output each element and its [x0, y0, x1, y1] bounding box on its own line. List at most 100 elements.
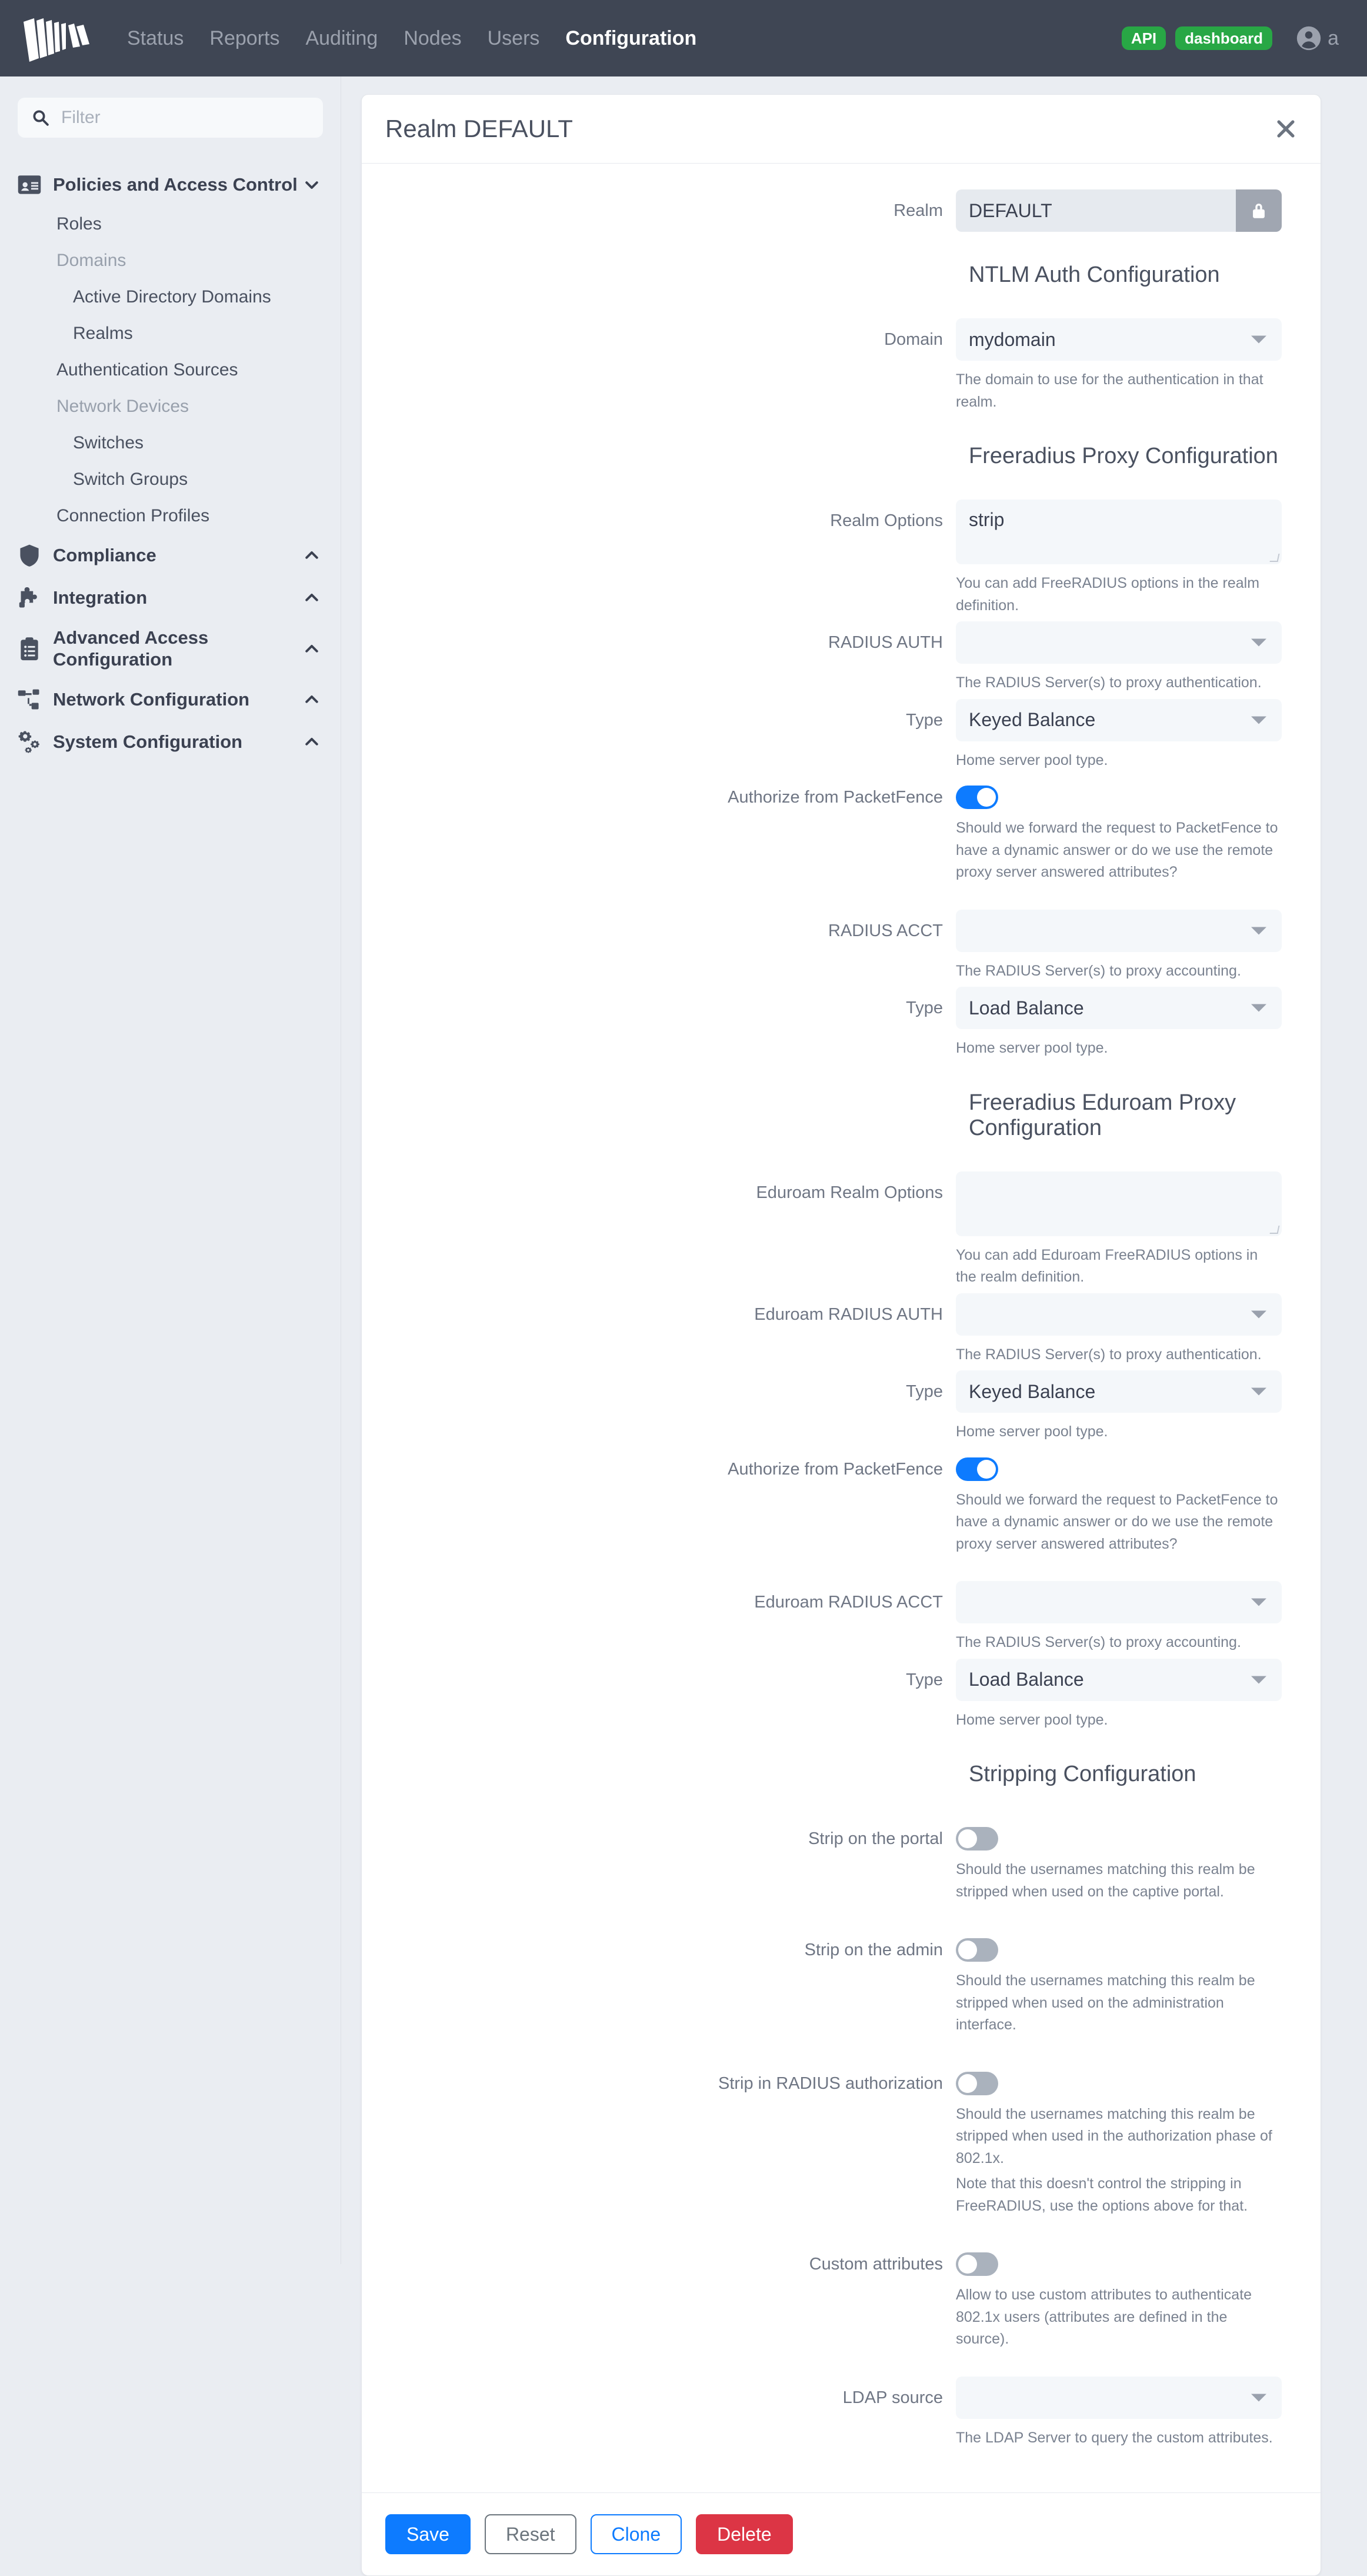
chevron-up-icon — [305, 695, 318, 703]
eduroam-authorize-from-packetfence-toggle[interactable] — [956, 1457, 998, 1481]
realm-input[interactable]: DEFAULT — [956, 189, 1282, 232]
sidebar-item-switch-groups[interactable]: Switch Groups — [0, 461, 341, 498]
sidebar-filter[interactable] — [18, 98, 323, 138]
chevron-up-icon — [305, 594, 318, 601]
sidebar-subhead-network-devices: Network Devices — [56, 397, 189, 416]
field-label-custom-attributes: Custom attributes — [809, 2255, 943, 2274]
packetfence-logo[interactable] — [21, 12, 92, 64]
field-label-radius-acct-type: Type — [906, 999, 943, 1017]
eduroam-radius-acct-select[interactable] — [956, 1581, 1282, 1623]
field-label-strip-radius-authorization: Strip in RADIUS authorization — [718, 2074, 943, 2093]
radius-auth-type-select[interactable]: Keyed Balance — [956, 698, 1282, 741]
sidebar-item-connection-profiles[interactable]: Connection Profiles — [0, 498, 341, 534]
chevron-down-icon — [1251, 1598, 1266, 1606]
field-label-eduroam-radius-auth: Eduroam RADIUS AUTH — [754, 1304, 943, 1324]
realm-lock-button[interactable] — [1236, 189, 1282, 232]
eduroam-realm-options-textarea[interactable] — [956, 1171, 1282, 1236]
nav-link-auditing[interactable]: Auditing — [292, 27, 391, 50]
dashboard-badge[interactable]: dashboard — [1175, 26, 1273, 50]
field-row-strip-admin: Strip on the admin Should the usernames … — [362, 1929, 1321, 2036]
field-row-radius-acct: RADIUS ACCT The RADIUS Server(s) to prox… — [362, 909, 1321, 983]
sidebar-group-policies-and-access-control[interactable]: Policies and Access Control — [0, 164, 341, 206]
field-help-eduroam-realm-options: You can add Eduroam FreeRADIUS options i… — [956, 1246, 1258, 1286]
sidebar-item-active-directory-domains[interactable]: Active Directory Domains — [0, 279, 341, 315]
radius-acct-type-value: Load Balance — [969, 997, 1084, 1019]
chevron-down-icon — [1251, 1004, 1266, 1012]
nav-link-nodes[interactable]: Nodes — [391, 27, 474, 50]
field-label-radius-auth: RADIUS AUTH — [828, 633, 943, 652]
page-layout: Policies and Access Control Roles Domain… — [0, 76, 1367, 2576]
custom-attributes-toggle[interactable] — [956, 2252, 998, 2276]
chevron-up-icon — [305, 644, 318, 653]
nav-link-configuration[interactable]: Configuration — [552, 27, 709, 50]
card-header: Realm DEFAULT — [362, 95, 1321, 164]
filter-input[interactable] — [60, 107, 309, 128]
strip-radius-authorization-toggle[interactable] — [956, 2071, 998, 2095]
chevron-down-icon — [1251, 927, 1266, 934]
ldap-source-select[interactable] — [956, 2376, 1282, 2419]
user-menu[interactable]: a — [1296, 25, 1339, 51]
chevron-down-icon — [305, 181, 318, 189]
clipboard-list-icon — [21, 637, 38, 660]
sidebar-item-authentication-sources[interactable]: Authentication Sources — [0, 352, 341, 388]
sidebar-group-compliance[interactable]: Compliance — [0, 534, 341, 577]
eduroam-radius-auth-select[interactable] — [956, 1293, 1282, 1336]
save-button[interactable]: Save — [385, 2514, 471, 2554]
field-row-radius-auth: RADIUS AUTH The RADIUS Server(s) to prox… — [362, 621, 1321, 694]
nav-link-status[interactable]: Status — [114, 27, 196, 50]
sidebar-item-realms[interactable]: Realms — [0, 315, 341, 352]
field-label-eduroam-authorize-from-packetfence: Authorize from PacketFence — [728, 1459, 943, 1479]
field-help2-strip-radius-authorization: Note that this doesn't control the strip… — [956, 2175, 1248, 2214]
domain-value: mydomain — [969, 328, 1056, 350]
resize-grip-icon[interactable] — [1269, 554, 1280, 562]
search-icon — [33, 110, 49, 126]
reset-button[interactable]: Reset — [484, 2514, 576, 2554]
eduroam-radius-auth-type-select[interactable]: Keyed Balance — [956, 1370, 1282, 1413]
chevron-down-icon — [1251, 1676, 1266, 1683]
sidebar-group-network-configuration[interactable]: Network Configuration — [0, 678, 341, 721]
strip-portal-toggle[interactable] — [956, 1827, 998, 1851]
sidebar-group-label: Compliance — [53, 544, 156, 565]
delete-button[interactable]: Delete — [696, 2514, 793, 2554]
sidebar-group-label: Policies and Access Control — [53, 174, 298, 195]
clone-button[interactable]: Clone — [590, 2514, 682, 2554]
chevron-down-icon — [1251, 716, 1266, 724]
sidebar-item-switches[interactable]: Switches — [0, 425, 341, 461]
radius-acct-type-select[interactable]: Load Balance — [956, 987, 1282, 1029]
user-circle-icon — [1296, 26, 1321, 51]
field-help-eduroam-radius-acct: The RADIUS Server(s) to proxy accounting… — [956, 1634, 1241, 1650]
card-body: Realm DEFAULT NTLM Auth Configuration Do… — [362, 164, 1321, 2492]
chevron-up-icon — [305, 738, 318, 745]
resize-grip-icon[interactable] — [1269, 1225, 1280, 1234]
field-label-eduroam-radius-acct-type: Type — [906, 1670, 943, 1689]
eduroam-radius-acct-type-select[interactable]: Load Balance — [956, 1658, 1282, 1701]
field-help-authorize-from-packetfence: Should we forward the request to PacketF… — [956, 820, 1278, 880]
api-badge[interactable]: API — [1121, 26, 1166, 50]
field-row-authorize-from-packetfence: Authorize from PacketFence Should we for… — [362, 776, 1321, 884]
authorize-from-packetfence-toggle[interactable] — [956, 786, 998, 809]
chevron-down-icon — [1251, 1387, 1266, 1396]
sidebar-item-roles[interactable]: Roles — [0, 206, 341, 242]
domain-select[interactable]: mydomain — [956, 318, 1282, 361]
close-icon[interactable] — [1275, 118, 1297, 140]
strip-admin-toggle[interactable] — [956, 1938, 998, 1962]
nav-link-reports[interactable]: Reports — [196, 27, 292, 50]
chevron-down-icon — [1251, 2394, 1266, 2401]
radius-auth-select[interactable] — [956, 621, 1282, 664]
sidebar-group-label: Advanced Access Configuration — [53, 627, 209, 670]
sidebar-group-integration[interactable]: Integration — [0, 577, 341, 619]
realm-options-textarea[interactable]: strip — [956, 500, 1282, 564]
shield-icon — [20, 544, 39, 567]
sidebar-group-advanced-access-configuration[interactable]: Advanced Access Configuration — [0, 619, 341, 678]
chevron-down-icon — [1251, 638, 1266, 647]
field-row-eduroam-radius-auth: Eduroam RADIUS AUTH The RADIUS Server(s)… — [362, 1293, 1321, 1366]
field-row-realm-options: Realm Options strip You can add FreeRADI… — [362, 500, 1321, 617]
sidebar-group-system-configuration[interactable]: System Configuration — [0, 721, 341, 763]
field-label-eduroam-radius-acct: Eduroam RADIUS ACCT — [754, 1593, 943, 1612]
card-footer: Save Reset Clone Delete — [362, 2492, 1321, 2575]
field-label-eduroam-realm-options: Eduroam Realm Options — [756, 1183, 943, 1202]
field-help-custom-attributes: Allow to use custom attributes to authen… — [956, 2287, 1252, 2347]
nav-link-users[interactable]: Users — [475, 27, 553, 50]
field-help-radius-acct-type: Home server pool type. — [956, 1040, 1108, 1056]
radius-acct-select[interactable] — [956, 909, 1282, 952]
